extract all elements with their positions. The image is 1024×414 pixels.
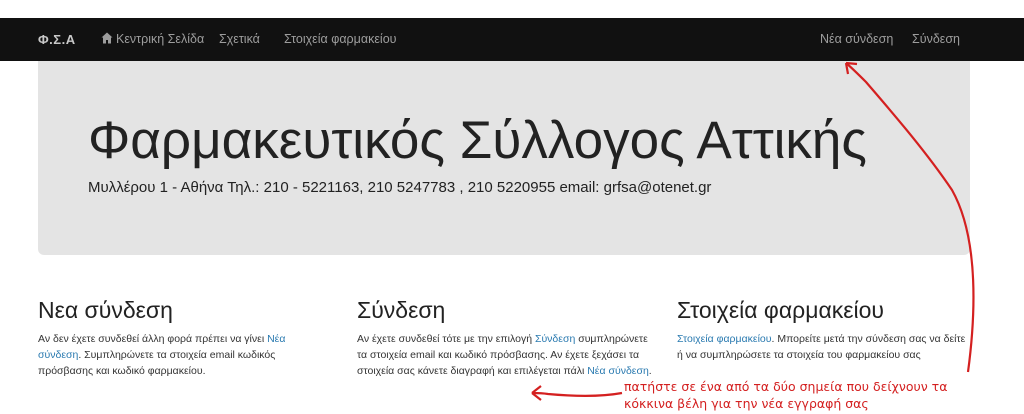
nav-login[interactable]: Σύνδεση <box>912 18 960 61</box>
nav-pharmacy-info[interactable]: Στοιχεία φαρμακείου <box>284 18 397 61</box>
annotation-line-1: πατήστε σε ένα από τα δύο σημεία που δεί… <box>624 379 948 394</box>
login-column: Σύνδεση Αν έχετε συνδεθεί τότε με την επ… <box>357 296 653 379</box>
login-text-3: . <box>648 365 652 377</box>
login-heading: Σύνδεση <box>357 297 446 323</box>
pharmacy-link[interactable]: Στοιχεία φαρμακείου <box>677 333 772 345</box>
arrow-to-login-link <box>531 391 623 397</box>
brand-link[interactable]: Φ.Σ.Α <box>38 18 76 61</box>
nav-register[interactable]: Νέα σύνδεση <box>820 18 893 61</box>
register-text: Αν δεν έχετε συνδεθεί άλλη φορά πρέπει ν… <box>38 331 323 379</box>
register-column: Νεα σύνδεση Αν δεν έχετε συνδεθεί άλλη φ… <box>38 296 323 379</box>
annotation-note: πατήστε σε ένα από τα δύο σημεία που δεί… <box>624 378 1024 412</box>
navbar: Φ.Σ.Α Κεντρική Σελίδα Σχετικά Στοιχεία φ… <box>0 18 1024 61</box>
browser-top-strip <box>0 0 1024 19</box>
home-icon <box>101 32 113 44</box>
contact-info: Μυλλέρου 1 - Αθήνα Τηλ.: 210 - 5221163, … <box>88 179 712 196</box>
pharmacy-text: Στοιχεία φαρμακείου. Μπορείτε μετά την σ… <box>677 331 972 363</box>
login-text: Αν έχετε συνδεθεί τότε με την επιλογή Σύ… <box>357 331 653 379</box>
pharmacy-heading: Στοιχεία φαρμακείου <box>677 297 884 323</box>
page-title: Φαρμακευτικός Σύλλογος Αττικής <box>88 111 867 170</box>
jumbotron: Φαρμακευτικός Σύλλογος Αττικής Μυλλέρου … <box>38 61 970 255</box>
nav-home[interactable]: Κεντρική Σελίδα <box>101 18 204 61</box>
register-text-1: Αν δεν έχετε συνδεθεί άλλη φορά πρέπει ν… <box>38 333 268 345</box>
login-text-1: Αν έχετε συνδεθεί τότε με την επιλογή <box>357 333 535 345</box>
annotation-line-2: κόκκινα βέλη για την νέα εγγραφή σας <box>624 396 869 411</box>
nav-about[interactable]: Σχετικά <box>219 18 260 61</box>
pharmacy-column: Στοιχεία φαρμακείου Στοιχεία φαρμακείου.… <box>677 296 972 363</box>
login-link[interactable]: Σύνδεση <box>535 333 575 345</box>
login-register-link[interactable]: Νέα σύνδεση <box>587 365 649 377</box>
register-heading: Νεα σύνδεση <box>38 297 173 323</box>
arrow-head-left <box>531 385 542 401</box>
nav-home-label: Κεντρική Σελίδα <box>116 32 205 46</box>
